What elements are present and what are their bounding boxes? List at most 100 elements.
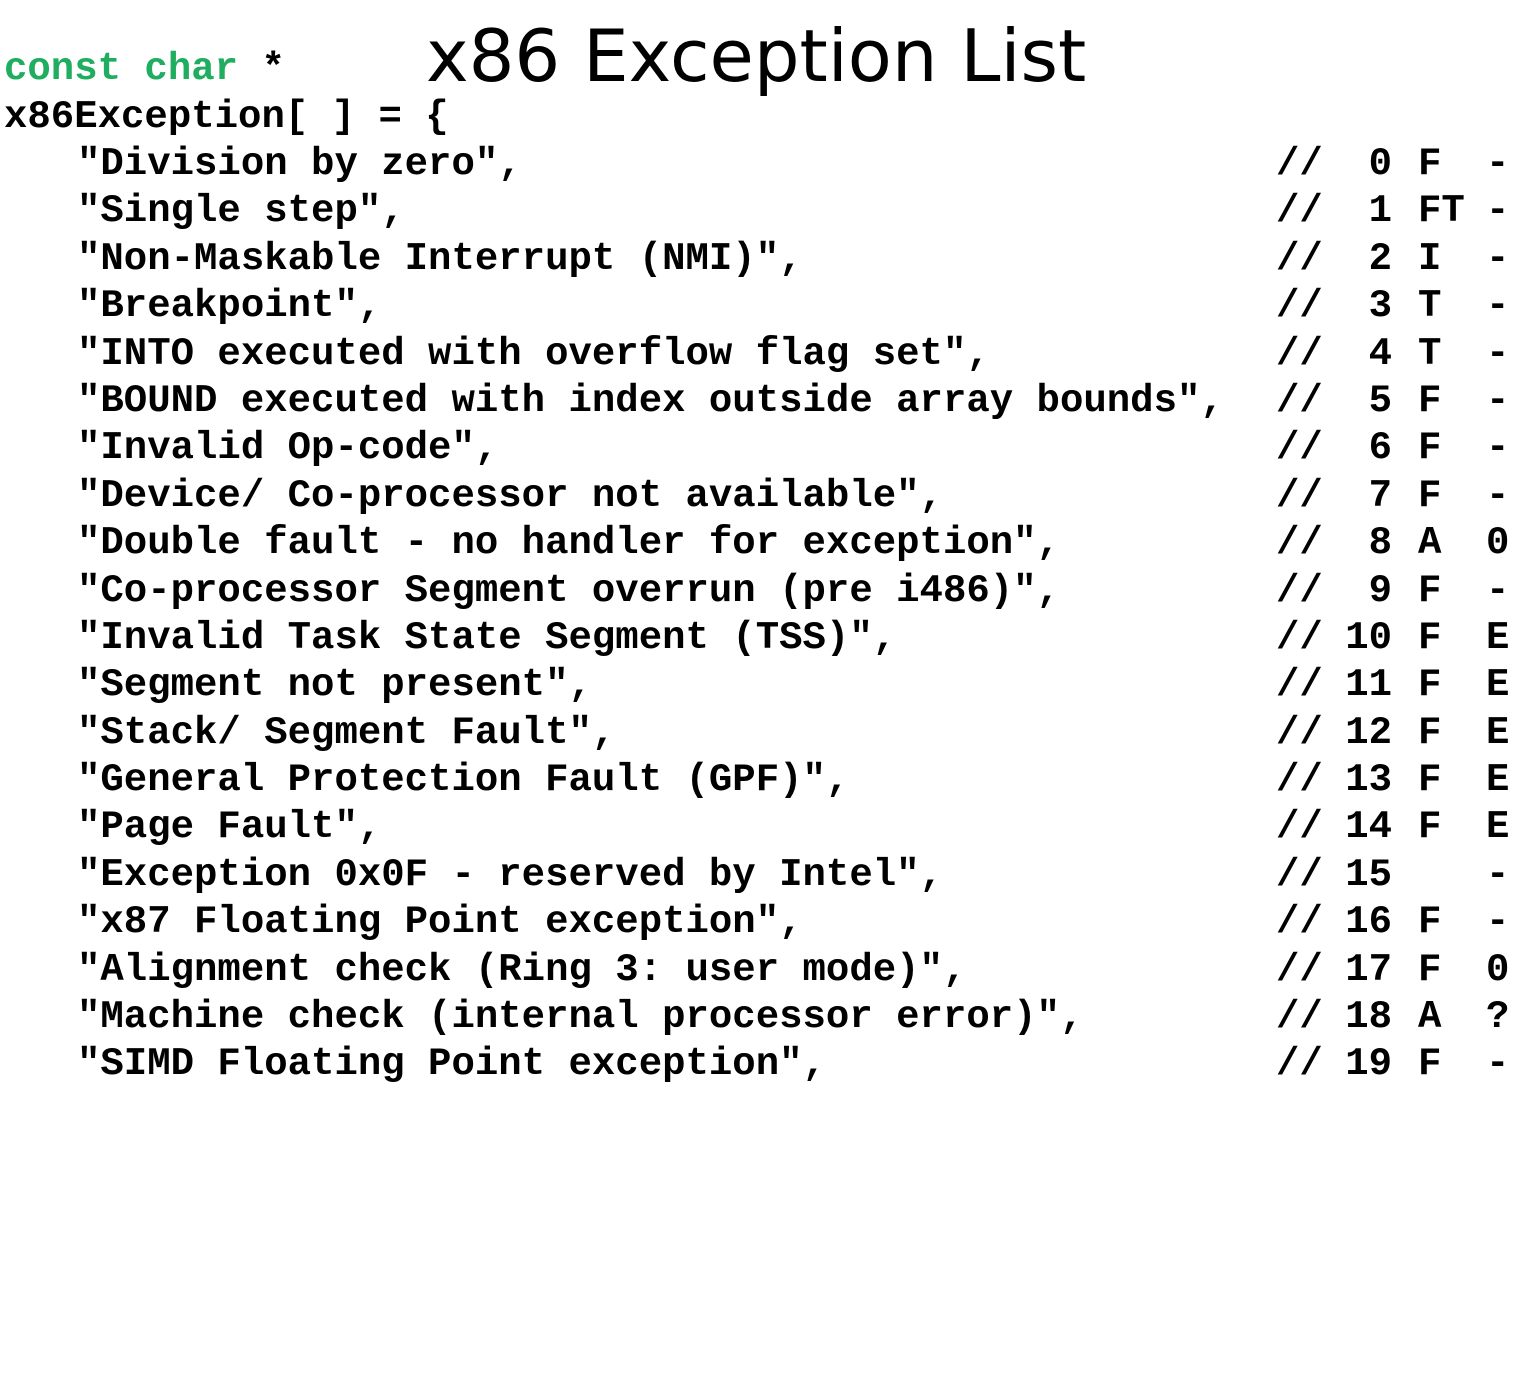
- declaration-line-2: x86Exception[ ] = {: [4, 95, 449, 139]
- comment-marker: //: [1276, 284, 1323, 329]
- error-code: E: [1486, 710, 1510, 755]
- exception-entry: "Machine check (internal processor error…: [0, 994, 1532, 1041]
- exception-entry: "INTO executed with overflow flag set", …: [0, 331, 1532, 378]
- exception-entry: "x87 Floating Point exception", // 16 F …: [0, 899, 1532, 946]
- error-code: -: [1486, 426, 1510, 471]
- comment-marker: //: [1276, 995, 1323, 1040]
- exception-string: "General Protection Fault (GPF)",: [77, 758, 850, 803]
- error-code: E: [1486, 805, 1510, 850]
- exception-number: 7: [1368, 473, 1392, 518]
- exception-entry: "Breakpoint", // 3 T -: [0, 283, 1532, 330]
- exception-number: 0: [1368, 142, 1392, 186]
- exception-number: 3: [1368, 284, 1392, 329]
- exception-string: "Co-processor Segment overrun (pre i486)…: [77, 568, 1060, 613]
- exception-string: "BOUND executed with index outside array…: [77, 378, 1224, 423]
- exception-entry: "Double fault - no handler for exception…: [0, 520, 1532, 567]
- declaration-line-1: const char *: [4, 46, 285, 93]
- error-code: 0: [1486, 947, 1510, 992]
- exception-number: 14: [1345, 805, 1392, 850]
- error-code: -: [1486, 378, 1510, 423]
- exception-number: 18: [1345, 995, 1392, 1040]
- exception-string: "Double fault - no handler for exception…: [77, 521, 1060, 566]
- exception-type: F: [1418, 1042, 1442, 1087]
- exception-type: F: [1418, 473, 1442, 518]
- exception-entry: "Invalid Op-code", // 6 F -: [0, 425, 1532, 472]
- error-code: -: [1486, 331, 1510, 376]
- exception-type: A: [1418, 521, 1442, 566]
- error-code: -: [1486, 473, 1510, 518]
- comment-marker: //: [1276, 900, 1323, 945]
- pointer-symbol: *: [238, 47, 285, 91]
- exception-string: "Device/ Co-processor not available",: [77, 473, 943, 518]
- exception-string: "Single step",: [77, 189, 405, 234]
- comment-marker: //: [1276, 758, 1323, 803]
- error-code: -: [1486, 1042, 1510, 1087]
- exception-string: "Invalid Task State Segment (TSS)",: [77, 615, 897, 660]
- exception-type: T: [1418, 331, 1442, 376]
- exception-number: 9: [1368, 568, 1392, 613]
- exception-string: "Alignment check (Ring 3: user mode)",: [77, 947, 967, 992]
- exception-entry: "Page Fault", // 14 F E: [0, 804, 1532, 851]
- exception-type: I: [1418, 236, 1442, 281]
- exception-type: T: [1418, 284, 1442, 329]
- exception-number: 13: [1345, 758, 1392, 803]
- exception-entry: "Device/ Co-processor not available", //…: [0, 473, 1532, 520]
- comment-marker: //: [1276, 568, 1323, 613]
- exception-number: 4: [1368, 331, 1392, 376]
- exception-type: F: [1418, 900, 1442, 945]
- exception-number: 11: [1345, 663, 1392, 708]
- exception-entry: "Segment not present", // 11 F E: [0, 662, 1532, 709]
- exception-type: F: [1418, 805, 1442, 850]
- exception-entry: "Non-Maskable Interrupt (NMI)", // 2 I -: [0, 236, 1532, 283]
- error-code: E: [1486, 758, 1510, 803]
- slide-title: x86 Exception List: [426, 14, 1087, 98]
- exception-string: "Non-Maskable Interrupt (NMI)",: [77, 236, 803, 281]
- comment-marker: //: [1276, 331, 1323, 376]
- exception-type: A: [1418, 995, 1442, 1040]
- exception-string: "Machine check (internal processor error…: [77, 995, 1084, 1040]
- exception-string: "Stack/ Segment Fault",: [77, 710, 616, 755]
- comment-marker: //: [1276, 947, 1323, 992]
- exception-entry: "SIMD Floating Point exception", // 19 F…: [0, 1041, 1532, 1088]
- error-code: 0: [1486, 521, 1510, 566]
- error-code: -: [1486, 568, 1510, 613]
- slide: { "title": "x86 Exception List", "declar…: [0, 0, 1532, 1087]
- exception-string: "Exception 0x0F - reserved by Intel",: [77, 852, 943, 897]
- exception-number: 10: [1345, 615, 1392, 660]
- exception-number: 17: [1345, 947, 1392, 992]
- error-code: ?: [1486, 995, 1510, 1040]
- comment-marker: //: [1276, 663, 1323, 708]
- exception-number: 8: [1368, 521, 1392, 566]
- exception-type: F: [1418, 426, 1442, 471]
- exception-type: F: [1418, 758, 1442, 803]
- comment-marker: //: [1276, 378, 1323, 423]
- exception-string: "Breakpoint",: [77, 284, 382, 329]
- exception-string: "Invalid Op-code",: [77, 426, 499, 471]
- comment-marker: //: [1276, 852, 1323, 897]
- exception-number: 5: [1368, 378, 1392, 423]
- exception-type: FT: [1418, 189, 1465, 234]
- error-code: -: [1486, 236, 1510, 281]
- comment-marker: //: [1276, 189, 1323, 234]
- exception-number: 12: [1345, 710, 1392, 755]
- exception-type: F: [1418, 710, 1442, 755]
- exception-entry: "Invalid Task State Segment (TSS)", // 1…: [0, 615, 1532, 662]
- error-code: -: [1486, 142, 1510, 186]
- exception-string: "x87 Floating Point exception",: [77, 900, 803, 945]
- exception-number: 6: [1368, 426, 1392, 471]
- error-code: -: [1486, 900, 1510, 945]
- comment-marker: //: [1276, 521, 1323, 566]
- exception-entry: "Single step", // 1 FT -: [0, 188, 1532, 235]
- comment-marker: //: [1276, 1042, 1323, 1087]
- exception-string: "SIMD Floating Point exception",: [77, 1042, 826, 1087]
- exception-string: "Page Fault",: [77, 805, 382, 850]
- type-keyword: const char: [4, 47, 239, 91]
- exception-list: "Division by zero", // 0 F - "Single ste…: [0, 141, 1532, 1089]
- comment-marker: //: [1276, 473, 1323, 518]
- exception-entry: "Stack/ Segment Fault", // 12 F E: [0, 710, 1532, 757]
- exception-string: "INTO executed with overflow flag set",: [77, 331, 990, 376]
- exception-number: 2: [1368, 236, 1392, 281]
- exception-type: F: [1418, 378, 1442, 423]
- comment-marker: //: [1276, 236, 1323, 281]
- exception-entry: "Co-processor Segment overrun (pre i486)…: [0, 568, 1532, 615]
